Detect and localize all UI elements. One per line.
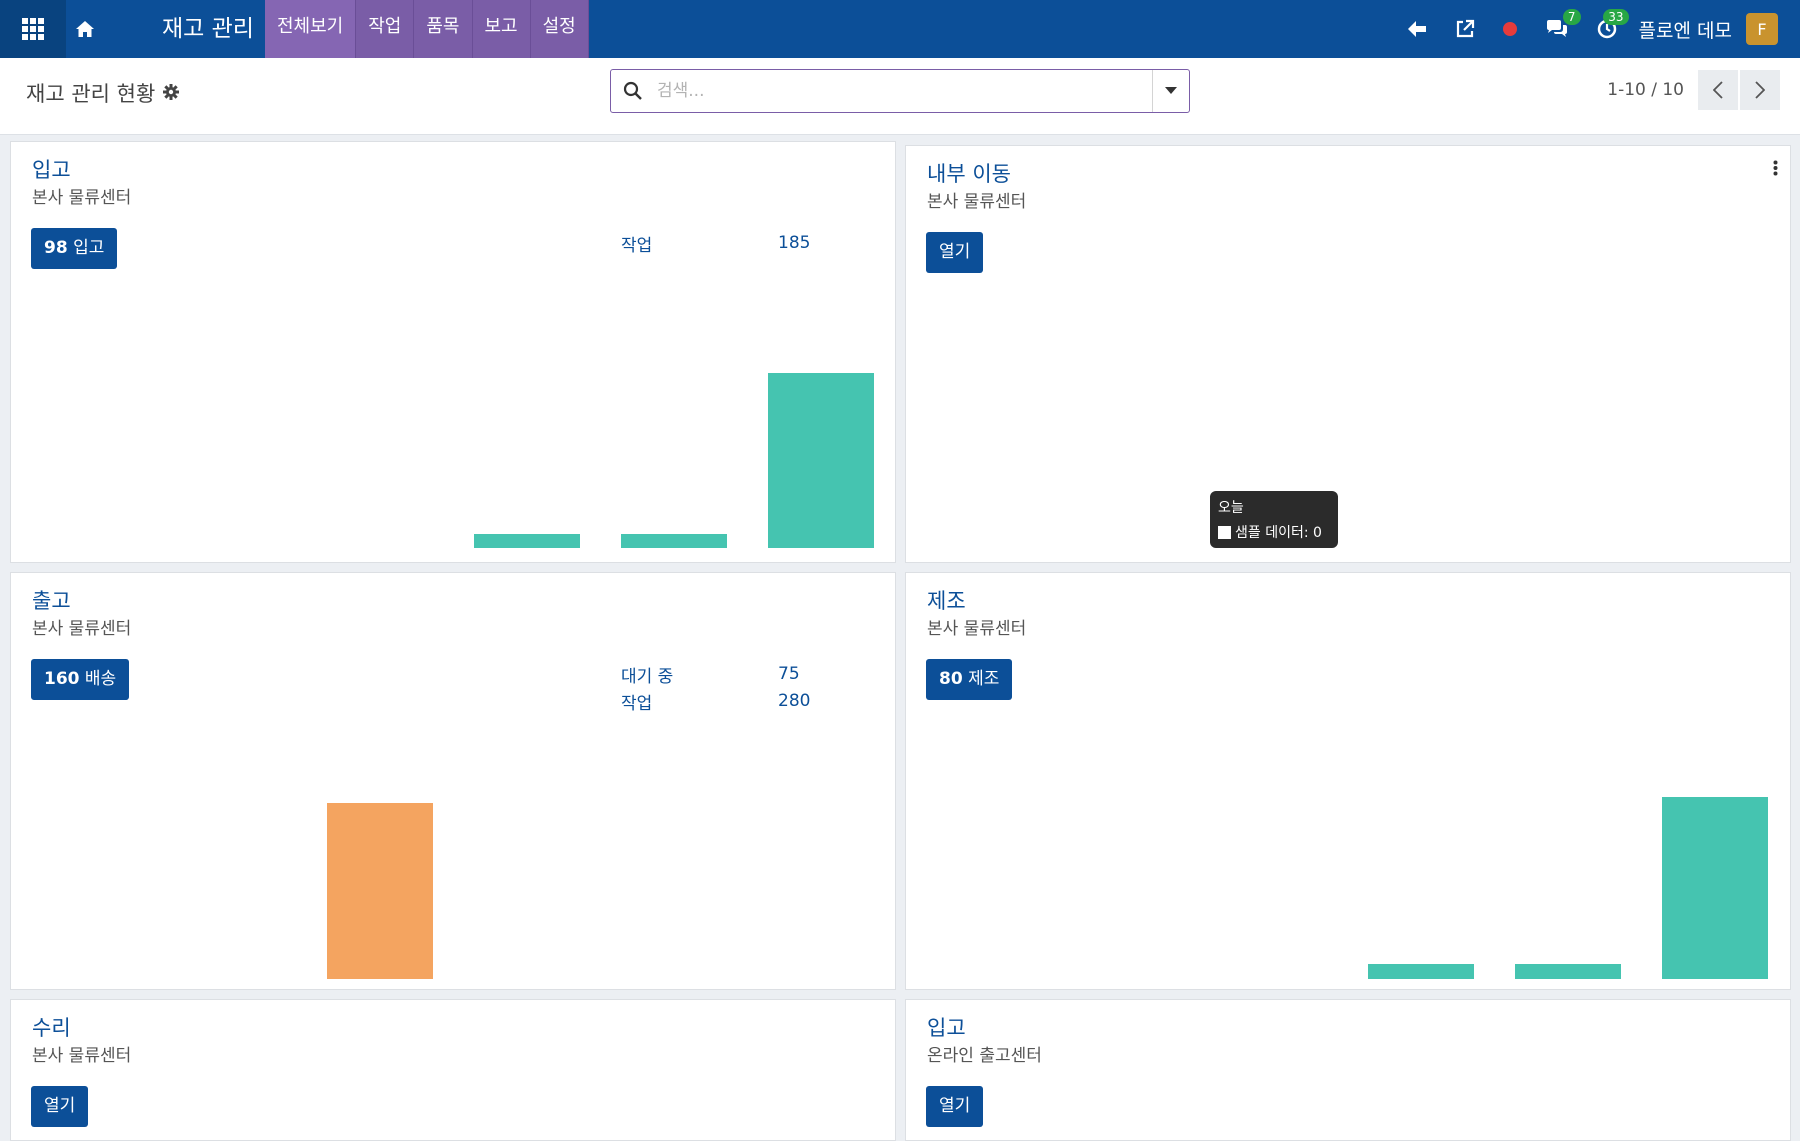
tooltip-line: 샘플 데이터: 0 <box>1235 525 1322 541</box>
pager-next-button[interactable] <box>1740 70 1780 110</box>
chart-bar[interactable] <box>474 534 580 548</box>
pager-value[interactable]: 1-10 / 10 <box>1607 80 1684 100</box>
menu-products[interactable]: 품목 <box>414 0 473 58</box>
chevron-right-icon <box>1755 81 1765 99</box>
chart-bar[interactable] <box>1515 964 1621 979</box>
card-subtitle: 본사 물류센터 <box>927 619 1027 639</box>
external-link-icon <box>1456 19 1474 38</box>
deliveries-button[interactable]: 160 배송 <box>31 659 130 700</box>
card-subtitle: 본사 물류센터 <box>32 619 132 639</box>
open-button[interactable]: 열기 <box>926 232 984 273</box>
stat-label[interactable]: 대기 중 <box>621 662 673 687</box>
card-subtitle: 본사 물류센터 <box>32 1046 132 1066</box>
kanban-card-internal-transfers[interactable]: 내부 이동 본사 물류센터 열기 오늘 샘플 데이터: 0 <box>905 145 1791 563</box>
button-label: 열기 <box>939 1096 971 1116</box>
button-label: 입고 <box>73 238 105 258</box>
chevron-left-icon <box>1713 81 1723 99</box>
button-label: 제조 <box>968 669 1000 689</box>
chart-bar[interactable] <box>1662 797 1768 979</box>
apps-menu-button[interactable] <box>0 0 66 58</box>
card-subtitle: 본사 물류센터 <box>927 192 1027 212</box>
caret-down-icon <box>1165 87 1177 94</box>
menu-configuration[interactable]: 설정 <box>531 0 589 58</box>
card-title[interactable]: 내부 이동 <box>927 158 1011 188</box>
tooltip-title: 오늘 <box>1218 500 1244 516</box>
chart-bar[interactable] <box>621 534 727 548</box>
kanban-card-online-receipts[interactable]: 입고 온라인 출고센터 열기 <box>905 999 1791 1141</box>
record-dot-icon <box>1502 22 1517 36</box>
kanban-card-deliveries[interactable]: 출고 본사 물류센터 160 배송 대기 중 75 작업 280 <box>10 572 896 990</box>
kebab-menu-icon[interactable] <box>1773 160 1778 180</box>
recording-indicator[interactable] <box>1502 22 1517 36</box>
button-label: 열기 <box>44 1096 76 1116</box>
search-icon <box>623 81 643 105</box>
messages-badge: 7 <box>1562 9 1581 25</box>
home-button[interactable] <box>70 0 100 58</box>
card-title[interactable]: 입고 <box>927 1012 966 1042</box>
search-options-toggle[interactable] <box>1152 70 1189 112</box>
manufacturing-button[interactable]: 80 제조 <box>926 659 1013 700</box>
card-title[interactable]: 수리 <box>32 1012 71 1042</box>
kanban-card-manufacturing[interactable]: 제조 본사 물류센터 80 제조 <box>905 572 1791 990</box>
activities-button[interactable]: 33 <box>1597 9 1629 39</box>
page-title-text: 재고 관리 현황 <box>26 82 156 106</box>
home-icon <box>76 21 94 37</box>
stat-value[interactable]: 185 <box>778 233 810 253</box>
search-bar <box>610 69 1190 113</box>
card-title[interactable]: 출고 <box>32 585 71 615</box>
stat-label[interactable]: 작업 <box>621 689 652 714</box>
pager-previous-button[interactable] <box>1698 70 1738 110</box>
pager: 1-10 / 10 <box>1607 70 1780 110</box>
button-label: 열기 <box>939 242 971 262</box>
avatar[interactable]: F <box>1746 13 1778 45</box>
kanban-card-repairs[interactable]: 수리 본사 물류센터 열기 <box>10 999 896 1141</box>
external-link-button[interactable] <box>1455 19 1475 39</box>
gear-icon[interactable] <box>163 81 180 105</box>
menu-overview[interactable]: 전체보기 <box>265 0 357 58</box>
card-title[interactable]: 제조 <box>927 585 966 615</box>
arrow-left-icon <box>1407 21 1426 37</box>
grid-icon <box>22 18 44 40</box>
kanban-card-receipts[interactable]: 입고 본사 물류센터 98 입고 작업 185 <box>10 141 896 563</box>
receipts-button[interactable]: 98 입고 <box>31 228 118 269</box>
messages-button[interactable]: 7 <box>1545 9 1581 39</box>
legend-swatch <box>1218 525 1231 539</box>
control-panel: 재고 관리 현황 검색... 1-10 / 10 <box>0 58 1800 135</box>
menu-reporting[interactable]: 보고 <box>473 0 531 58</box>
stat-label[interactable]: 작업 <box>621 231 652 256</box>
chart-bar[interactable] <box>1368 964 1474 979</box>
chart-bar[interactable] <box>327 803 433 979</box>
card-subtitle: 본사 물류센터 <box>32 188 132 208</box>
open-button[interactable]: 열기 <box>926 1086 984 1127</box>
app-brand[interactable]: 재고 관리 <box>162 0 254 58</box>
main-menu: 전체보기 작업 품목 보고 설정 <box>265 0 589 58</box>
button-count: 160 <box>44 669 80 689</box>
systray: 7 33 플로엔 데모 F <box>1393 0 1800 58</box>
stat-value[interactable]: 280 <box>778 691 810 711</box>
chart-tooltip: 오늘 샘플 데이터: 0 <box>1210 491 1338 548</box>
top-navbar: 재고 관리 전체보기 작업 품목 보고 설정 7 33 플로엔 데모 F <box>0 0 1800 58</box>
button-count: 98 <box>44 238 68 258</box>
activities-badge: 33 <box>1603 9 1629 25</box>
chart-bar[interactable] <box>768 373 874 548</box>
button-label: 배송 <box>84 669 117 689</box>
back-arrow-button[interactable] <box>1407 20 1427 38</box>
stat-value[interactable]: 75 <box>778 664 800 684</box>
open-button[interactable]: 열기 <box>31 1086 89 1127</box>
page-title: 재고 관리 현황 <box>26 78 180 108</box>
search-input[interactable] <box>655 76 1129 106</box>
card-subtitle: 온라인 출고센터 <box>927 1046 1042 1066</box>
menu-operations[interactable]: 작업 <box>356 0 415 58</box>
card-title[interactable]: 입고 <box>32 154 71 184</box>
user-menu[interactable]: 플로엔 데모 <box>1639 16 1732 43</box>
button-count: 80 <box>939 669 963 689</box>
